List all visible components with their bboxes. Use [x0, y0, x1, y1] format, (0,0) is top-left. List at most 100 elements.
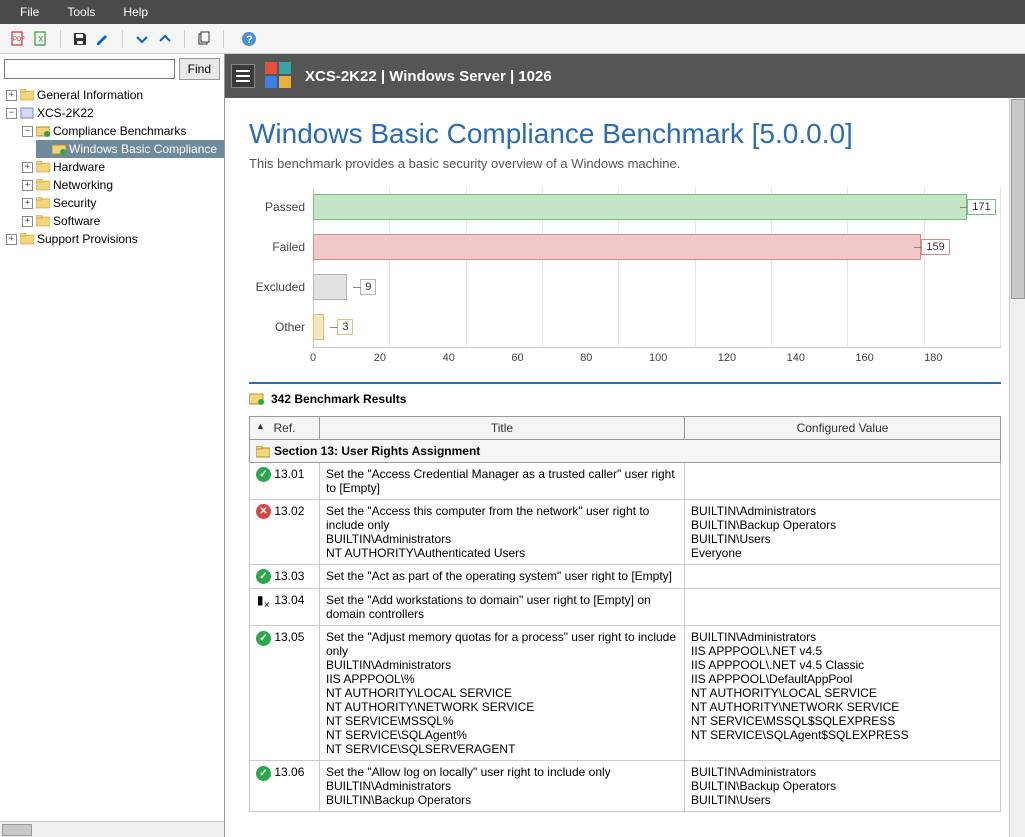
- status-na-icon: ▮✕: [256, 593, 271, 609]
- table-row[interactable]: ✓ 13.01Set the "Access Credential Manage…: [250, 463, 1001, 500]
- folder-icon: [36, 161, 50, 173]
- content-header: XCS-2K22 | Windows Server | 1026: [225, 54, 1025, 98]
- expand-button[interactable]: [155, 29, 175, 49]
- toolbar-separator: [223, 30, 224, 48]
- tree-label: Software: [53, 214, 100, 228]
- page-title: Windows Basic Compliance Benchmark [5.0.…: [249, 118, 1001, 150]
- sidebar: Find + General Information − XCS-2K22: [0, 54, 225, 837]
- benchmark-icon: [36, 125, 50, 137]
- table-row[interactable]: ▮✕ 13.04Set the "Add workstations to dom…: [250, 589, 1001, 626]
- tree-label: Networking: [53, 178, 113, 192]
- server-icon: [20, 107, 34, 119]
- chart-tick: 60: [519, 348, 588, 372]
- row-title: Set the "Access this computer from the n…: [320, 500, 685, 565]
- chart-tick: 80: [588, 348, 657, 372]
- tree-windows-basic-compliance[interactable]: Windows Basic Compliance: [36, 140, 224, 158]
- row-value: [685, 463, 1001, 500]
- content-pane: XCS-2K22 | Windows Server | 1026 Windows…: [225, 54, 1025, 837]
- row-value: [685, 589, 1001, 626]
- menu-file[interactable]: File: [6, 1, 53, 23]
- chart-category-label: Other: [249, 307, 313, 347]
- status-fail-icon: ✕: [256, 504, 271, 519]
- find-button[interactable]: Find: [179, 58, 220, 80]
- copy-button[interactable]: [194, 29, 214, 49]
- chart-category-label: Passed: [249, 187, 313, 227]
- toolbar-separator: [122, 30, 123, 48]
- menu-bar: File Tools Help: [0, 0, 1025, 24]
- tree-general-information[interactable]: + General Information: [4, 86, 224, 104]
- chart-bar: 3: [313, 314, 324, 340]
- results-table: ▲Ref. Title Configured Value Section 13:…: [249, 416, 1001, 812]
- row-value: BUILTIN\AdministratorsBUILTIN\Backup Ope…: [685, 761, 1001, 812]
- toolbar-separator: [60, 30, 61, 48]
- tree-label: Hardware: [53, 160, 105, 174]
- export-pdf-button[interactable]: PDF: [8, 29, 28, 49]
- col-title[interactable]: Title: [320, 417, 685, 440]
- sort-asc-icon: ▲: [256, 421, 265, 431]
- tree-label: Compliance Benchmarks: [53, 124, 186, 138]
- tree-label: General Information: [37, 88, 143, 102]
- row-title: Set the "Add workstations to domain" use…: [320, 589, 685, 626]
- table-row[interactable]: ✓ 13.06Set the "Allow log on locally" us…: [250, 761, 1001, 812]
- folder-icon: [20, 233, 34, 245]
- chart-tick: 120: [726, 348, 795, 372]
- tree-host[interactable]: − XCS-2K22: [4, 104, 224, 122]
- chart-category-label: Failed: [249, 227, 313, 267]
- chart-tick: 180: [932, 348, 1001, 372]
- folder-icon: [36, 215, 50, 227]
- chart-tick: 0: [313, 348, 382, 372]
- tree-compliance-benchmarks[interactable]: − Compliance Benchmarks: [20, 122, 224, 140]
- benchmark-icon: [52, 143, 66, 155]
- help-button[interactable]: ?: [239, 29, 259, 49]
- svg-text:PDF: PDF: [13, 37, 25, 43]
- table-row[interactable]: ✓ 13.05Set the "Adjust memory quotas for…: [250, 626, 1001, 761]
- table-row[interactable]: ✕ 13.02Set the "Access this computer fro…: [250, 500, 1001, 565]
- toolbar-separator: [184, 30, 185, 48]
- collapse-button[interactable]: [132, 29, 152, 49]
- status-pass-icon: ✓: [256, 569, 271, 584]
- chart-tick: 20: [382, 348, 451, 372]
- summary-chart: PassedFailedExcludedOther 17115993 02040…: [249, 187, 1001, 372]
- content-body: Windows Basic Compliance Benchmark [5.0.…: [225, 98, 1025, 837]
- save-button[interactable]: [70, 29, 90, 49]
- chart-bar: 9: [313, 274, 347, 300]
- chart-value-label: 9: [360, 279, 376, 295]
- tree-support-provisions[interactable]: + Support Provisions: [4, 230, 224, 248]
- col-value[interactable]: Configured Value: [685, 417, 1001, 440]
- chart-tick: 100: [657, 348, 726, 372]
- content-scrollbar[interactable]: [1009, 98, 1025, 837]
- sidebar-scrollbar[interactable]: [0, 821, 224, 837]
- status-pass-icon: ✓: [256, 631, 271, 646]
- menu-help[interactable]: Help: [109, 1, 162, 23]
- row-value: BUILTIN\AdministratorsBUILTIN\Backup Ope…: [685, 500, 1001, 565]
- chart-bar: 159: [313, 234, 921, 260]
- chart-tick: 160: [863, 348, 932, 372]
- tree-label: Windows Basic Compliance: [69, 142, 217, 156]
- row-value: BUILTIN\AdministratorsIIS APPPOOL\.NET v…: [685, 626, 1001, 761]
- page-subtitle: This benchmark provides a basic security…: [249, 156, 1001, 171]
- breadcrumb: XCS-2K22 | Windows Server | 1026: [305, 68, 552, 85]
- toolbar: PDF X ?: [0, 24, 1025, 54]
- tree-software[interactable]: +Software: [20, 212, 224, 230]
- table-row[interactable]: ✓ 13.03Set the "Act as part of the opera…: [250, 565, 1001, 589]
- tree-hardware[interactable]: +Hardware: [20, 158, 224, 176]
- col-ref[interactable]: ▲Ref.: [250, 417, 320, 440]
- tree-security[interactable]: +Security: [20, 194, 224, 212]
- status-pass-icon: ✓: [256, 467, 271, 482]
- product-logo-icon: [263, 60, 295, 92]
- chart-tick: 140: [795, 348, 864, 372]
- results-count: 342 Benchmark Results: [249, 392, 1001, 406]
- nav-tree[interactable]: + General Information − XCS-2K22: [0, 84, 224, 821]
- svg-text:?: ?: [246, 34, 253, 46]
- export-excel-button[interactable]: X: [31, 29, 51, 49]
- edit-button[interactable]: [93, 29, 113, 49]
- chart-value-label: 159: [921, 239, 949, 255]
- tree-label: XCS-2K22: [37, 106, 94, 120]
- section-row[interactable]: Section 13: User Rights Assignment: [250, 440, 1001, 463]
- search-input[interactable]: [4, 59, 175, 79]
- chart-value-label: 171: [967, 199, 995, 215]
- menu-tools[interactable]: Tools: [53, 1, 109, 23]
- menu-icon[interactable]: [231, 64, 255, 88]
- benchmark-icon: [249, 392, 265, 406]
- tree-networking[interactable]: +Networking: [20, 176, 224, 194]
